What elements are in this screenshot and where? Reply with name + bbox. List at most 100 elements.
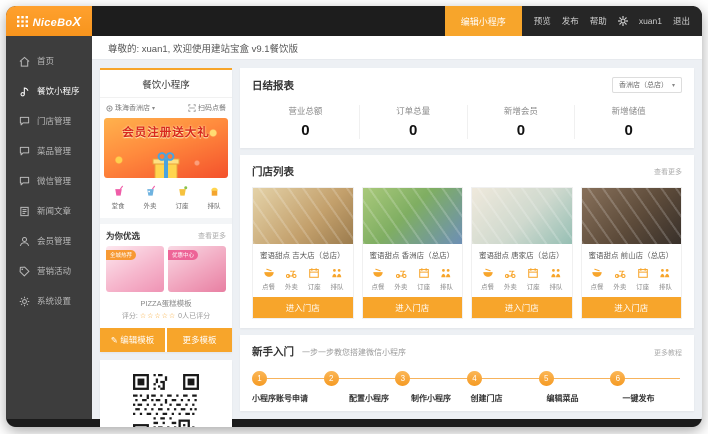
sidebar-item-marketing[interactable]: 营销活动 — [6, 256, 92, 286]
step-number: 3 — [395, 371, 410, 386]
guide-subtitle: 一步一步教您搭建微信小程序 — [302, 347, 654, 358]
reserve-calendar-icon — [418, 267, 430, 279]
sidebar-item-wechat-management[interactable]: 微信管理 — [6, 166, 92, 196]
guide-step-account: 小程序账号申请 个人小程序账号注册 企业小程序账号注册、认证 微信公众号注册、认… — [252, 393, 349, 411]
store-action-order[interactable]: 点餐 — [372, 267, 385, 291]
sidebar-item-dish-management[interactable]: 菜品管理 — [6, 136, 92, 166]
sidebar: 首页 餐饮小程序 门店管理 菜品管理 微信管理 新闻文章 — [6, 36, 92, 419]
store-action-queue[interactable]: 排队 — [549, 267, 562, 291]
promo-banner[interactable]: 会员注册送大礼 — [104, 118, 228, 178]
sidebar-item-system-settings[interactable]: 系统设置 — [6, 286, 92, 316]
gift-box-icon — [149, 150, 183, 178]
store-action-queue[interactable]: 排队 — [440, 267, 453, 291]
phone-feature-row: 堂食 外卖 订座 排队 — [100, 178, 232, 224]
reserve-calendar-icon — [308, 267, 320, 279]
dessert-tag-right: 优惠中心 — [168, 250, 198, 260]
store-action-takeout[interactable]: 外卖 — [613, 267, 626, 291]
takeout-scooter-icon — [285, 267, 297, 279]
edit-template-button[interactable]: ✎ 编辑模板 — [100, 328, 165, 352]
dessert-image-left[interactable]: 全城热荐 — [106, 246, 164, 292]
queue-icon — [208, 185, 221, 198]
feature-reserve-seat[interactable]: 订座 — [176, 185, 189, 210]
store-filter-dropdown[interactable]: 香洲店（总店） ▾ — [612, 77, 682, 93]
store-card-tangjia: 蜜语甜点 唐家店（总店） 点餐 外卖 订座 排队 进入门店 — [471, 187, 573, 319]
feature-queue[interactable]: 排队 — [208, 185, 221, 210]
guide-step-configure: 配置小程序 建站宝盒对接配置 微信开发工具配置 — [349, 393, 411, 411]
location-pin-icon — [106, 105, 113, 112]
chat-bubble-icon — [19, 116, 30, 127]
help-link[interactable]: 帮助 — [590, 15, 607, 27]
sidebar-item-news-articles[interactable]: 新闻文章 — [6, 196, 92, 226]
takeout-scooter-icon — [504, 267, 516, 279]
enter-store-button[interactable]: 进入门店 — [472, 297, 572, 318]
store-photo — [253, 188, 353, 244]
more-tutorials-link[interactable]: 更多教程 — [654, 348, 682, 358]
app-window: NiceBoX 编辑小程序 预览 发布 帮助 xuan1 退出 首页 — [6, 6, 702, 427]
dessert-tag-left: 全城热荐 — [106, 250, 136, 260]
step-number: 2 — [324, 371, 339, 386]
store-action-order[interactable]: 点餐 — [262, 267, 275, 291]
brand-logo[interactable]: NiceBoX — [6, 6, 92, 36]
topbar-actions: 编辑小程序 预览 发布 帮助 xuan1 退出 — [445, 6, 702, 36]
store-action-takeout[interactable]: 外卖 — [394, 267, 407, 291]
chat-bubble-icon — [19, 176, 30, 187]
step-number: 6 — [610, 371, 625, 386]
step-number: 5 — [539, 371, 554, 386]
guide-step-create-store: 创建门店 前往门店管理创建门店 — [471, 393, 547, 411]
store-action-queue[interactable]: 排队 — [659, 267, 672, 291]
store-action-order[interactable]: 点餐 — [481, 267, 494, 291]
queue-people-icon — [659, 267, 671, 279]
store-action-reserve[interactable]: 订座 — [636, 267, 649, 291]
store-list-title: 门店列表 — [252, 164, 294, 179]
guide-timeline: 1 2 3 4 5 6 — [252, 371, 682, 386]
store-action-reserve[interactable]: 订座 — [527, 267, 540, 291]
order-bowl-icon — [372, 267, 384, 279]
store-location-selector[interactable]: 珠海香洲店 ▾ — [106, 103, 155, 113]
person-icon — [19, 236, 30, 247]
sidebar-item-member-management[interactable]: 会员管理 — [6, 226, 92, 256]
greeting-text: 尊敬的: xuan1, 欢迎使用建站宝盒 v9.1餐饮版 — [92, 36, 702, 60]
dessert-image-right[interactable]: 优惠中心 — [168, 246, 226, 292]
scan-to-order-button[interactable]: 扫码点餐 — [188, 103, 226, 113]
topbar-spacer — [92, 6, 445, 36]
enter-store-button[interactable]: 进入门店 — [582, 297, 682, 318]
brand-name: NiceBoX — [33, 14, 82, 29]
chat-bubble-icon — [19, 146, 30, 157]
enter-store-button[interactable]: 进入门店 — [363, 297, 463, 318]
step-number: 4 — [467, 371, 482, 386]
store-photo — [363, 188, 463, 244]
username[interactable]: xuan1 — [639, 16, 662, 26]
store-action-order[interactable]: 点餐 — [591, 267, 604, 291]
sidebar-item-store-management[interactable]: 门店管理 — [6, 106, 92, 136]
sidebar-item-home[interactable]: 首页 — [6, 46, 92, 76]
picked-view-more-link[interactable]: 查看更多 — [198, 231, 226, 241]
enter-store-button[interactable]: 进入门店 — [253, 297, 353, 318]
feature-takeout[interactable]: 外卖 — [144, 185, 157, 210]
phone-app-title: 餐饮小程序 — [100, 70, 232, 98]
store-list-more-link[interactable]: 查看更多 — [654, 167, 682, 177]
settings-gear-icon[interactable] — [618, 16, 628, 26]
gear-icon — [19, 296, 30, 307]
store-action-reserve[interactable]: 订座 — [308, 267, 321, 291]
edit-miniapp-button[interactable]: 编辑小程序 — [445, 6, 522, 36]
store-action-takeout[interactable]: 外卖 — [285, 267, 298, 291]
topbar: NiceBoX 编辑小程序 预览 发布 帮助 xuan1 退出 — [6, 6, 702, 36]
logout-link[interactable]: 退出 — [673, 15, 690, 27]
more-templates-button[interactable]: 更多模板 — [167, 328, 232, 352]
sidebar-item-restaurant-miniapp[interactable]: 餐饮小程序 — [6, 76, 92, 106]
store-action-takeout[interactable]: 外卖 — [504, 267, 517, 291]
qr-code — [133, 374, 199, 427]
preview-link[interactable]: 预览 — [534, 15, 551, 27]
publish-link[interactable]: 发布 — [562, 15, 579, 27]
store-action-reserve[interactable]: 订座 — [417, 267, 430, 291]
chevron-down-icon: ▾ — [672, 82, 675, 89]
queue-people-icon — [550, 267, 562, 279]
store-action-queue[interactable]: 排队 — [330, 267, 343, 291]
stat-new-members: 新增会员 0 — [467, 105, 575, 139]
stat-total-orders: 订单总量 0 — [359, 105, 467, 139]
takeout-scooter-icon — [395, 267, 407, 279]
promo-banner-text: 会员注册送大礼 — [104, 118, 228, 140]
feature-dine-in[interactable]: 堂食 — [112, 185, 125, 210]
store-card-jida: 蜜语甜点 吉大店（总店） 点餐 外卖 订座 排队 进入门店 — [252, 187, 354, 319]
queue-people-icon — [440, 267, 452, 279]
